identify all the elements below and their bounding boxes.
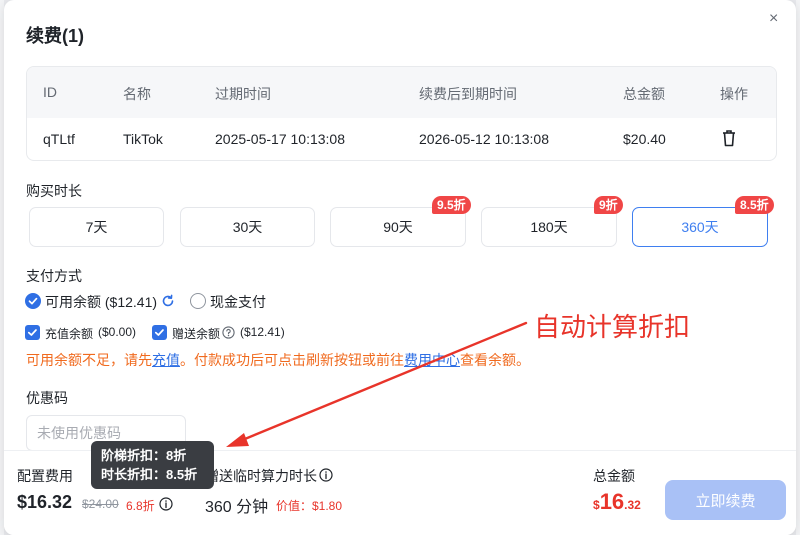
payment-label: 支付方式 (26, 268, 82, 284)
config-fee-discount: 6.8折 (126, 499, 155, 513)
total-decimal: .32 (624, 498, 641, 512)
recharge-balance-label: 充值余额 (45, 327, 94, 341)
refresh-icon[interactable] (160, 293, 176, 309)
header-new-expire: 续费后到期时间 (419, 86, 517, 102)
bonus-duration-worth: 价值：$1.80 (276, 499, 343, 513)
discount-tooltip: 阶梯折扣：8折 时长折扣：8.5折 (91, 441, 214, 489)
config-fee-price: $16.32 (17, 492, 73, 512)
discount-badge: 9折 (594, 196, 623, 214)
total-currency: $ (593, 498, 600, 512)
balance-option-label[interactable]: 可用余额 ($12.41) (45, 292, 157, 312)
insufficient-balance-warning: 可用余额不足，请先充值。付款成功后可点击刷新按钮或前往费用中心查看余额。 (26, 350, 530, 370)
warning-text: 查看余额。 (460, 352, 530, 368)
check-icon (154, 329, 164, 336)
gift-balance-value: ($12.41) (240, 325, 285, 339)
modal-title: 续费(1) (26, 26, 84, 46)
info-icon[interactable] (319, 468, 333, 482)
row-name: TikTok (123, 131, 163, 147)
balance-radio[interactable] (25, 293, 41, 309)
recharge-balance-checkbox[interactable] (25, 325, 40, 340)
row-expire: 2025-05-17 10:13:08 (215, 131, 345, 147)
row-new-expire: 2026-05-12 10:13:08 (419, 131, 549, 147)
duration-option-30[interactable]: 30天 (180, 207, 315, 247)
cash-option-label[interactable]: 现金支付 (210, 292, 266, 312)
renew-now-button[interactable]: 立即续费 (665, 480, 786, 520)
tooltip-line: 时长折扣：8.5折 (101, 467, 198, 482)
recharge-balance-value: ($0.00) (98, 325, 137, 339)
recharge-link[interactable]: 充值 (152, 352, 180, 368)
close-icon[interactable]: × (769, 10, 778, 28)
cash-radio[interactable] (190, 293, 206, 309)
bonus-duration-value: 360 分钟 (205, 499, 269, 516)
discount-badge: 8.5折 (735, 196, 774, 214)
trash-icon[interactable] (722, 129, 736, 147)
coupon-label: 优惠码 (26, 390, 68, 406)
header-name: 名称 (123, 86, 151, 102)
duration-label: 购买时长 (26, 183, 82, 199)
header-expire: 过期时间 (215, 86, 271, 102)
row-amount: $20.40 (623, 131, 666, 147)
tooltip-line: 阶梯折扣：8折 (101, 448, 187, 463)
total-label: 总金额 (593, 468, 635, 484)
renew-modal: 续费(1) × ID 名称 过期时间 续费后到期时间 总金额 操作 qTLtf … (4, 0, 796, 535)
billing-center-link[interactable]: 费用中心 (404, 352, 460, 368)
header-id: ID (43, 84, 57, 100)
row-id: qTLtf (43, 131, 75, 147)
background-page-fragment (796, 0, 800, 535)
help-icon[interactable] (222, 326, 235, 339)
check-icon (27, 329, 37, 336)
annotation-text: 自动计算折扣 (534, 312, 691, 342)
total-price: $16.32 (593, 489, 641, 515)
info-icon[interactable] (159, 497, 173, 511)
duration-option-7[interactable]: 7天 (29, 207, 164, 247)
config-fee-label: 配置费用 (17, 468, 73, 484)
header-amount: 总金额 (623, 86, 665, 102)
total-integer: 16 (599, 489, 625, 514)
check-icon (28, 297, 38, 305)
warning-text: 。付款成功后可点击刷新按钮或前往 (180, 352, 404, 368)
config-fee-original: $24.00 (82, 497, 119, 511)
discount-badge: 9.5折 (432, 196, 471, 214)
renew-table: ID 名称 过期时间 续费后到期时间 总金额 操作 qTLtf TikTok 2… (26, 66, 777, 161)
gift-balance-checkbox[interactable] (152, 325, 167, 340)
header-actions: 操作 (720, 86, 748, 102)
warning-text: 可用余额不足，请先 (26, 352, 152, 368)
bonus-duration-label: 赠送临时算力时长 (205, 468, 317, 484)
gift-balance-label: 赠送余额 (172, 327, 221, 341)
